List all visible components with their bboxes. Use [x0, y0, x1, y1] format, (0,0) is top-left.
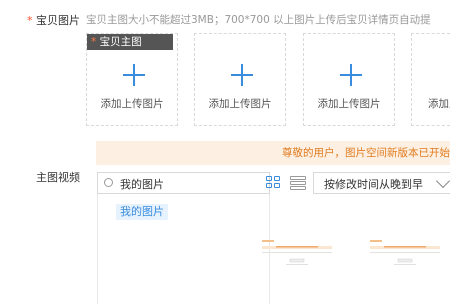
chevron-down-icon — [435, 173, 450, 189]
upload-box-3[interactable]: 添加上传图片 — [303, 33, 395, 126]
images-label-text: 宝贝图片 — [36, 14, 80, 27]
folder-tree: 我的图片 — [97, 194, 270, 304]
plus-icon[interactable] — [231, 64, 253, 86]
grid-view-icon[interactable] — [266, 176, 282, 190]
search-input-value: 我的图片 — [120, 178, 164, 191]
sort-select[interactable]: 按修改时间从晚到早 — [313, 172, 450, 194]
upload-box-4[interactable]: 添加上传图片 — [411, 33, 450, 126]
upload-box-label: 添加上传图片 — [208, 98, 272, 110]
search-icon — [104, 178, 113, 187]
upload-box-1[interactable]: * 宝贝主图 添加上传图片 — [86, 33, 178, 126]
image-thumbnail[interactable] — [370, 240, 440, 268]
main-tag-star: * — [91, 36, 97, 48]
upload-box-label: 添加上传图片 — [428, 98, 450, 110]
notice-banner: 尊敬的用户，图片空间新版本已开始 — [96, 141, 450, 165]
upload-box-label: 添加上传图片 — [317, 98, 381, 110]
notice-text: 尊敬的用户，图片空间新版本已开始 — [282, 147, 450, 159]
tree-item-my-images[interactable]: 我的图片 — [116, 204, 168, 220]
plus-icon[interactable] — [340, 64, 362, 86]
main-tag-text: 宝贝主图 — [99, 36, 142, 48]
upload-box-2[interactable]: 添加上传图片 — [194, 33, 286, 126]
image-thumbnail[interactable] — [262, 240, 332, 268]
image-size-hint: 宝贝主图大小不能超过3MB；700*700 以上图片上传后宝贝详情页自动提 — [86, 14, 431, 26]
list-view-icon[interactable] — [290, 176, 306, 190]
search-input[interactable]: 我的图片 — [97, 172, 270, 194]
sort-select-value: 按修改时间从晚到早 — [324, 178, 423, 191]
upload-box-label: 添加上传图片 — [100, 98, 164, 110]
main-image-tag: * 宝贝主图 — [87, 34, 173, 50]
plus-icon[interactable] — [123, 64, 145, 86]
images-row-label: * 宝贝图片 — [6, 12, 80, 28]
required-mark: * — [27, 14, 33, 27]
video-row-label: 主图视频 — [36, 171, 80, 184]
